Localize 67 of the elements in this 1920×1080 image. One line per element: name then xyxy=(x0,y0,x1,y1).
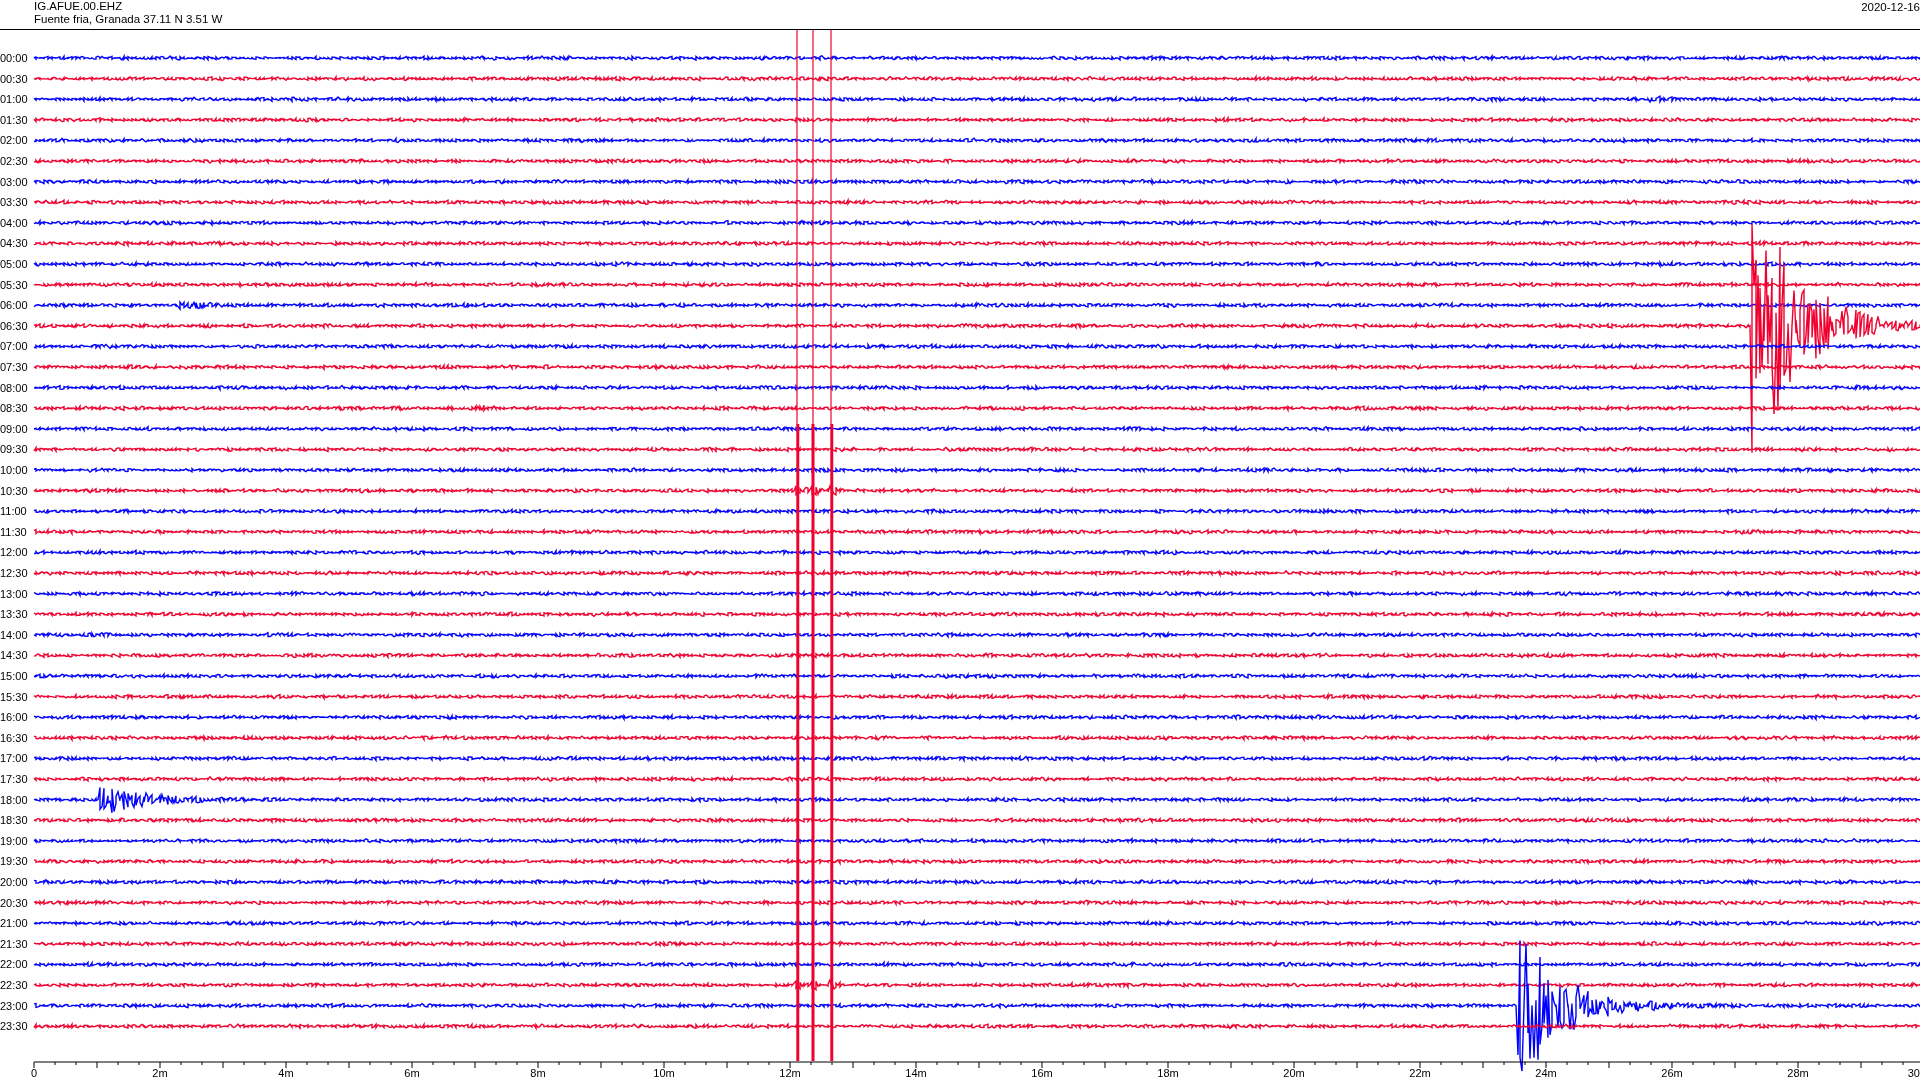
axis-tick-label: 14m xyxy=(905,1067,927,1079)
time-label: 02:30 xyxy=(0,155,28,167)
axis-tick-label: 20m xyxy=(1283,1067,1305,1079)
time-label: 12:30 xyxy=(0,567,28,579)
time-label: 18:30 xyxy=(0,814,28,827)
time-label: 22:30 xyxy=(0,979,28,991)
axis-tick-label: 4m xyxy=(278,1067,294,1079)
time-label: 20:00 xyxy=(0,876,28,888)
time-label: 21:30 xyxy=(0,937,28,950)
time-label: 14:00 xyxy=(0,628,28,641)
time-label: 07:00 xyxy=(0,340,28,353)
time-label: 04:30 xyxy=(0,237,28,250)
station-location: Fuente fria, Granada 37.11 N 3.51 W xyxy=(34,13,223,26)
time-label: 11:30 xyxy=(0,525,27,538)
time-label: 23:00 xyxy=(0,999,28,1012)
time-label: 03:30 xyxy=(0,196,28,209)
axis-tick-label: 28m xyxy=(1787,1067,1809,1079)
time-label: 01:30 xyxy=(0,113,28,126)
time-label: 05:30 xyxy=(0,278,28,291)
axis-tick-label: 10m xyxy=(653,1067,675,1079)
time-label: 11:00 xyxy=(0,505,27,518)
time-label: 16:00 xyxy=(0,711,28,724)
time-label: 23:30 xyxy=(0,1020,28,1033)
axis-tick-label: 18m xyxy=(1157,1067,1179,1079)
time-label: 00:30 xyxy=(0,72,28,85)
time-label: 04:00 xyxy=(0,216,28,229)
time-label: 12:00 xyxy=(0,546,28,559)
time-label: 01:00 xyxy=(0,93,28,106)
time-label: 13:30 xyxy=(0,608,28,621)
time-label: 19:00 xyxy=(0,834,28,847)
time-label: 19:30 xyxy=(0,855,28,868)
time-label: 09:00 xyxy=(0,422,28,435)
time-label: 00:00 xyxy=(0,52,28,64)
time-label: 13:00 xyxy=(0,587,28,600)
time-label: 05:00 xyxy=(0,258,28,270)
time-label: 14:30 xyxy=(0,649,28,662)
axis-tick-label: 2m xyxy=(152,1067,168,1079)
plot-date: 2020-12-16 xyxy=(1861,0,1920,15)
axis-tick-label: 0 xyxy=(30,1067,38,1079)
axis-tick-label: 24m xyxy=(1535,1067,1557,1079)
time-label: 09:30 xyxy=(0,443,28,456)
time-label: 18:00 xyxy=(0,793,28,806)
time-label: 15:30 xyxy=(0,690,28,703)
time-label: 10:30 xyxy=(0,484,28,497)
time-label: 02:00 xyxy=(0,134,28,147)
time-label: 16:30 xyxy=(0,731,28,744)
time-label: 10:00 xyxy=(0,464,28,476)
time-label: 03:00 xyxy=(0,175,28,188)
time-label: 08:30 xyxy=(0,402,28,415)
axis-tick-label: 16m xyxy=(1031,1067,1053,1079)
station-code: IG.AFUE.00.EHZ xyxy=(34,0,124,13)
time-label: 06:30 xyxy=(0,319,28,332)
axis-tick-label: 22m xyxy=(1409,1067,1431,1079)
time-label: 22:00 xyxy=(0,958,28,971)
time-label: 20:30 xyxy=(0,896,28,909)
time-label: 17:30 xyxy=(0,773,28,785)
time-label: 17:00 xyxy=(0,752,28,765)
axis-tick-label: 6m xyxy=(404,1067,420,1079)
time-label: 21:00 xyxy=(0,917,28,930)
axis-tick-label: 26m xyxy=(1661,1067,1683,1079)
axis-tick-label: 12m xyxy=(779,1067,801,1079)
time-label: 07:30 xyxy=(0,361,28,373)
axis-tick-label: 8m xyxy=(530,1067,546,1079)
time-label: 15:00 xyxy=(0,670,28,682)
axis-tick-label: 30 xyxy=(1907,1067,1920,1079)
time-label: 06:00 xyxy=(0,299,28,312)
time-label: 08:00 xyxy=(0,381,28,394)
